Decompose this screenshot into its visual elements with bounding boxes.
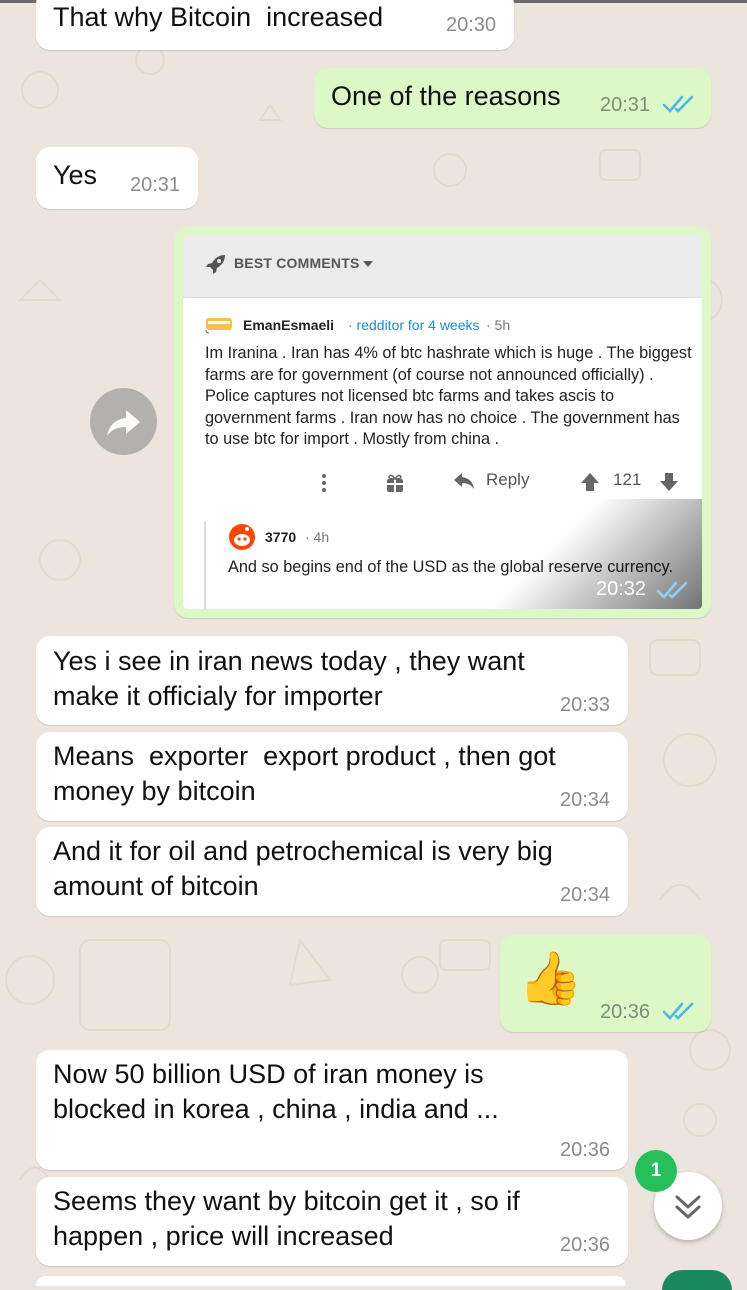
upvote-icon — [581, 473, 599, 491]
message-outgoing[interactable]: One of the reasons 20:31 — [314, 68, 711, 128]
forward-icon — [107, 410, 140, 436]
message-time: 20:36 — [560, 1139, 611, 1161]
message-incoming[interactable]: Seems they want by bitcoin get it , so i… — [36, 1177, 628, 1266]
next-message-edge — [36, 1276, 626, 1286]
forward-button[interactable] — [90, 388, 157, 455]
double-check-icon — [656, 581, 688, 599]
more-vertical-icon — [322, 474, 326, 492]
message-time: 20:34 — [560, 884, 611, 906]
downvote-icon — [660, 473, 678, 491]
gift-icon — [387, 474, 403, 492]
message-incoming[interactable]: Yes i see in iran news today , they want… — [36, 636, 628, 725]
comments-header: BEST COMMENTS — [183, 235, 702, 298]
reply-avatar-icon — [229, 524, 255, 550]
message-text: Means exporter export product , then got… — [53, 741, 556, 806]
comment-username: EmanEsmaeli — [243, 317, 335, 333]
message-text: Seems they want by bitcoin get it , so i… — [53, 1186, 520, 1251]
message-incoming[interactable]: That why Bitcoin increased 20:30 — [36, 0, 514, 50]
comment-reply-label: Reply — [486, 470, 530, 489]
screenshot-image[interactable]: BEST COMMENTS EmanEsmaeli · redditor for… — [183, 235, 702, 609]
message-time: 20:36 — [600, 1001, 651, 1023]
message-outgoing[interactable]: 👍 20:36 — [500, 935, 711, 1032]
comment-votes: 121 — [613, 470, 642, 489]
message-incoming[interactable]: And it for oil and petrochemical is very… — [36, 827, 628, 916]
comments-sort-label: BEST COMMENTS — [234, 255, 360, 271]
reply-age: · 4h — [305, 529, 330, 545]
thumbs-up-emoji: 👍 — [518, 950, 583, 1008]
message-text: Yes — [53, 160, 98, 190]
message-incoming[interactable]: Means exporter export product , then got… — [36, 732, 628, 821]
comment-flair: · redditor for 4 weeks — [348, 317, 480, 333]
unread-count-badge: 1 — [635, 1150, 677, 1192]
image-message-time: 20:32 — [596, 578, 647, 600]
thread-line — [204, 521, 206, 609]
comment-actions: Reply 121 — [183, 470, 702, 500]
double-check-icon — [662, 1002, 694, 1020]
comment-body: Im Iranina . Iran has 4% of btc hashrate… — [205, 344, 692, 448]
reply-username: 3770 — [265, 529, 297, 545]
double-check-icon — [662, 95, 694, 113]
message-time: 20:33 — [560, 694, 611, 716]
message-time: 20:31 — [130, 174, 181, 196]
message-time: 20:36 — [560, 1234, 611, 1256]
action-button-edge[interactable] — [662, 1270, 732, 1290]
message-text: Yes i see in iran news today , they want… — [53, 646, 525, 711]
rocket-icon — [206, 255, 225, 274]
message-time: 20:31 — [600, 94, 651, 116]
message-time: 20:30 — [446, 14, 497, 36]
message-text: Now 50 billion USD of iran money is bloc… — [53, 1059, 499, 1124]
comment-age: · 5h — [486, 317, 511, 333]
message-text: And it for oil and petrochemical is very… — [53, 836, 553, 901]
message-time: 20:34 — [560, 789, 611, 811]
message-text: One of the reasons — [331, 81, 561, 111]
user-avatar-icon — [205, 318, 232, 334]
message-incoming[interactable]: Now 50 billion USD of iran money is bloc… — [36, 1050, 628, 1170]
message-text: That why Bitcoin increased — [53, 2, 384, 32]
message-incoming[interactable]: Yes 20:31 — [36, 147, 198, 209]
caret-down-icon — [363, 261, 373, 267]
reply-arrow-icon — [454, 473, 474, 489]
